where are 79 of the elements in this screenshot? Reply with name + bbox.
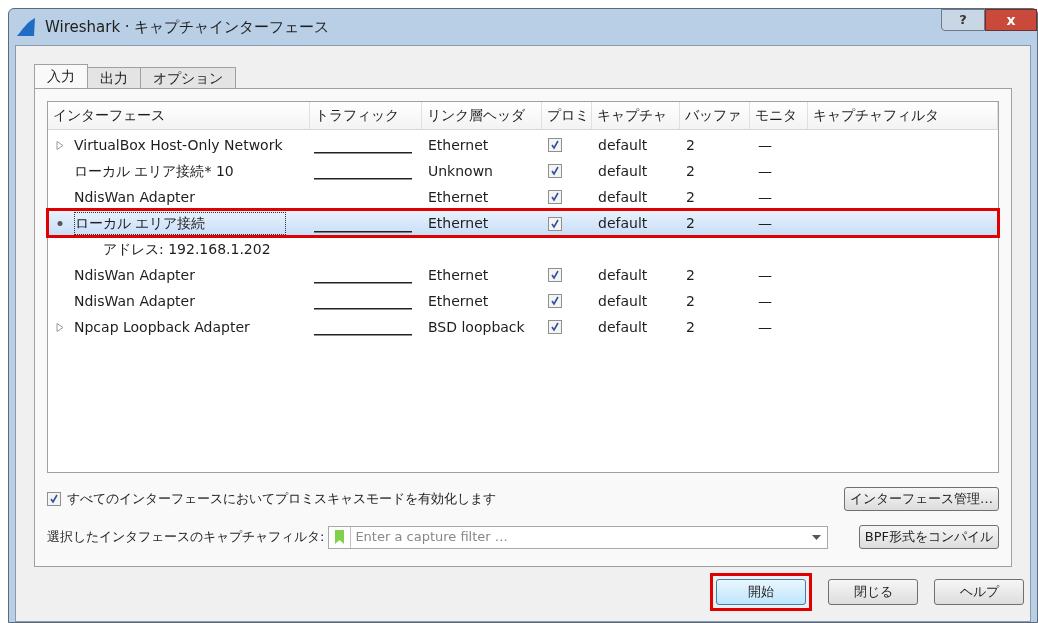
link-type-text: Ethernet [428, 215, 489, 231]
help-button[interactable]: ? [941, 9, 985, 31]
capture-length-text: default [598, 215, 648, 231]
buffer-size-text: 2 [686, 162, 695, 179]
promiscuous-checkbox[interactable] [548, 164, 562, 178]
monitor-mode-text: — [758, 266, 772, 283]
link-type-text: Ethernet [428, 292, 489, 309]
column-header[interactable]: バッファ [680, 102, 750, 129]
buffer-size-text: 2 [686, 292, 695, 309]
filter-input-field[interactable]: Enter a capture filter … [351, 527, 813, 547]
promiscuous-checkbox[interactable] [548, 320, 562, 334]
link-type-text: Ethernet [428, 266, 489, 283]
monitor-mode-text: — [758, 188, 772, 205]
interface-row[interactable]: Npcap Loopback Adapter BSD loopback default 2 — [48, 314, 998, 340]
capture-filter-combobox[interactable]: Enter a capture filter … [328, 525, 829, 549]
interface-row[interactable]: NdisWan Adapter Ethernet default 2 — [48, 184, 998, 210]
interface-row[interactable]: VirtualBox Host-Only Network Ethernet default 2 — [48, 132, 998, 158]
promiscuous-checkbox[interactable] [548, 190, 562, 204]
monitor-mode-text: — [758, 136, 772, 153]
monitor-mode-text: — [758, 318, 772, 335]
link-type-text: Ethernet [428, 136, 489, 153]
promiscuous-checkbox[interactable] [548, 268, 562, 282]
buffer-size-text: 2 [686, 136, 695, 153]
interface-row[interactable]: ローカル エリア接続 Ethernet default 2 — [48, 210, 998, 236]
column-header[interactable]: インターフェース [48, 102, 310, 129]
monitor-mode-text: — [758, 292, 772, 309]
buffer-size-text: 2 [686, 215, 695, 231]
promiscuous-checkbox[interactable] [548, 138, 562, 152]
filter-label: 選択したインタフェースのキャプチャフィルタ: [47, 528, 325, 547]
link-type-text: Ethernet [428, 188, 489, 205]
monitor-mode-text: — [758, 215, 772, 231]
monitor-mode-text: — [758, 162, 772, 179]
window-title: Wireshark · キャプチャインターフェース [45, 16, 330, 38]
column-header[interactable]: リンク層ヘッダ [422, 102, 542, 129]
compile-bpf-button[interactable]: BPF形式をコンパイル [858, 525, 999, 549]
expand-arrow-icon[interactable] [56, 322, 64, 332]
promiscuous-checkbox[interactable] [548, 216, 562, 231]
column-header[interactable]: プロミ [542, 102, 592, 129]
tab[interactable]: オプション [140, 67, 236, 88]
promiscuous-all-checkbox[interactable] [47, 492, 61, 506]
capture-length-text: default [598, 136, 648, 153]
buffer-size-text: 2 [686, 266, 695, 283]
manage-interfaces-button[interactable]: インターフェース管理… [844, 487, 999, 511]
column-header[interactable]: モニタ [750, 102, 808, 129]
interface-name: NdisWan Adapter [74, 291, 195, 311]
expanded-dot-icon[interactable] [56, 219, 64, 228]
link-type-text: BSD loopback [428, 318, 525, 335]
capture-length-text: default [598, 292, 648, 309]
interface-row[interactable]: NdisWan Adapter Ethernet default 2 — [48, 262, 998, 288]
buffer-size-text: 2 [686, 318, 695, 335]
interface-row[interactable]: ローカル エリア接続* 10 Unknown default 2 — [48, 158, 998, 184]
interface-name: VirtualBox Host-Only Network [74, 135, 283, 155]
interface-name: NdisWan Adapter [74, 187, 195, 207]
capture-length-text: default [598, 318, 648, 335]
column-header[interactable]: キャプチャフィルタ [808, 102, 998, 129]
column-header[interactable]: キャプチャ [592, 102, 680, 129]
checkbox-label: すべてのインターフェースにおいてプロミスキャスモードを有効化します [67, 490, 496, 509]
dialog-button[interactable]: 閉じる [828, 579, 918, 605]
interface-name: Npcap Loopback Adapter [74, 317, 250, 337]
link-type-text: Unknown [428, 162, 493, 179]
shark-fin-icon [15, 17, 37, 37]
interface-name: NdisWan Adapter [74, 265, 195, 285]
buffer-size-text: 2 [686, 188, 695, 205]
column-header[interactable]: トラフィック [310, 102, 422, 129]
close-button[interactable]: x [985, 9, 1037, 31]
promiscuous-checkbox[interactable] [548, 294, 562, 308]
interface-name: ローカル エリア接続 [74, 212, 287, 235]
tab[interactable]: 出力 [87, 67, 141, 88]
interface-name: ローカル エリア接続* 10 [74, 161, 234, 181]
interface-row[interactable]: NdisWan Adapter Ethernet default 2 — [48, 288, 998, 314]
dialog-button[interactable]: 開始 [716, 579, 806, 605]
address-text: アドレス: 192.168.1.202 [103, 239, 271, 259]
dialog-button[interactable]: ヘルプ [934, 579, 1024, 605]
dropdown-caret-icon[interactable] [812, 534, 822, 540]
tab[interactable]: 入力 [34, 64, 88, 88]
capture-length-text: default [598, 188, 648, 205]
expand-arrow-icon[interactable] [56, 140, 64, 150]
capture-length-text: default [598, 266, 648, 283]
capture-length-text: default [598, 162, 648, 179]
